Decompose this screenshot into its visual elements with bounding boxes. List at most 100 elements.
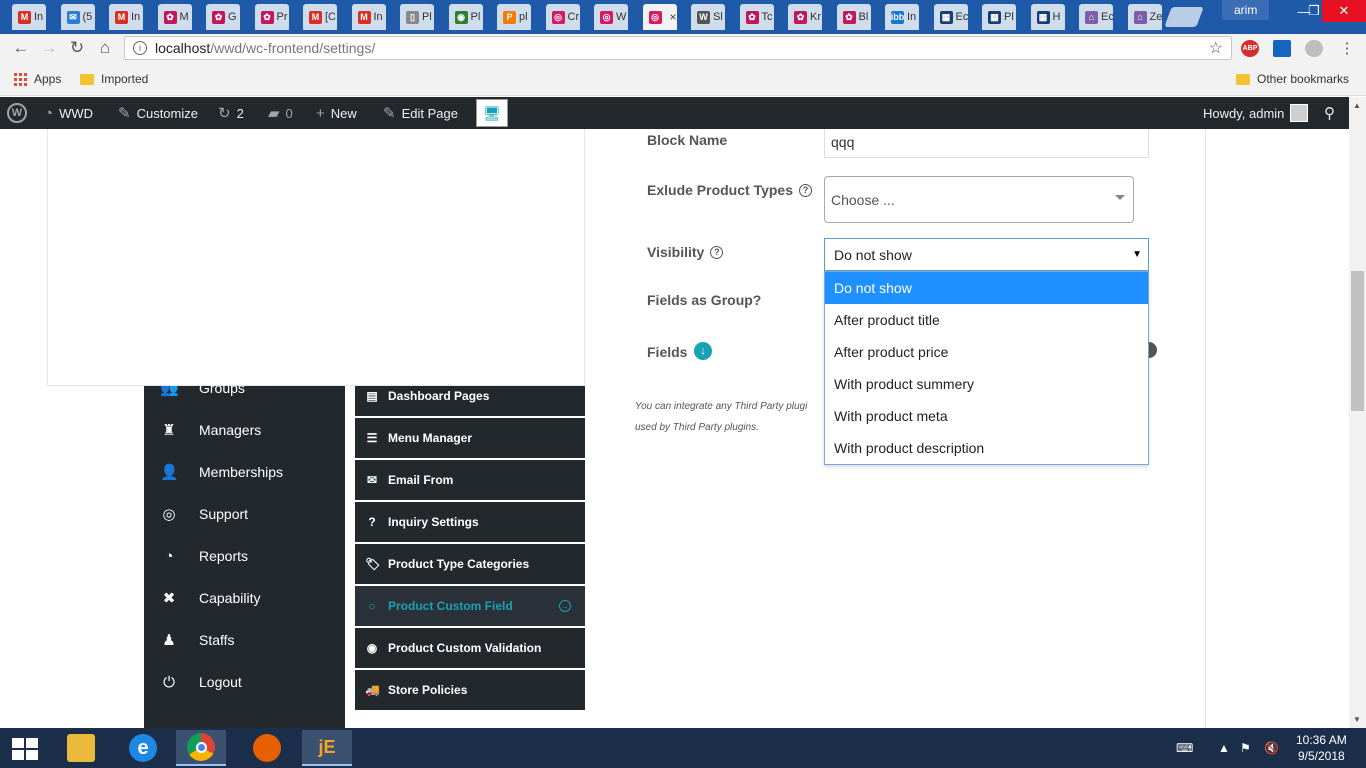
sidebar-item-managers[interactable]: ♜ Managers xyxy=(144,409,345,451)
sidebar-item-staffs[interactable]: ♟ Staffs xyxy=(144,619,345,661)
edit-page-link[interactable]: ✎ Edit Page xyxy=(383,97,458,129)
visibility-option[interactable]: After product title xyxy=(825,304,1148,336)
menu-icon[interactable]: ⋮ xyxy=(1336,38,1358,58)
volume-mute-icon[interactable]: 🔇 xyxy=(1264,728,1279,768)
block-name-input[interactable]: qqq xyxy=(824,129,1149,158)
browser-tab[interactable]: ✿ M xyxy=(157,4,192,30)
my-account-menu[interactable]: Howdy, admin xyxy=(1203,97,1309,129)
browser-tab[interactable]: ◎ Cr xyxy=(545,4,580,30)
cast-icon[interactable] xyxy=(1273,40,1291,57)
close-window-button[interactable]: ✕ xyxy=(1322,0,1366,22)
browser-tab[interactable]: ▦ Ec xyxy=(933,4,968,30)
site-name-menu[interactable]: ◔ WWD xyxy=(44,97,93,129)
taskbar-jedit[interactable]: jE xyxy=(302,730,352,766)
imported-bookmark-folder[interactable]: Imported xyxy=(80,71,148,87)
scrollbar-thumb[interactable] xyxy=(1351,271,1364,411)
help-icon[interactable]: ? xyxy=(799,183,812,197)
sidebar-item-reports[interactable]: ◔ Reports xyxy=(144,535,345,577)
browser-tab[interactable]: ibb In xyxy=(885,4,919,30)
visibility-option[interactable]: With product summery xyxy=(825,368,1148,400)
home-icon[interactable]: ⌂ xyxy=(94,38,116,58)
browser-tab[interactable]: ✿ Pr xyxy=(254,4,289,30)
browser-tab[interactable]: ✿ Bl xyxy=(836,4,871,30)
tab-title: Ze xyxy=(1149,11,1162,23)
tab-title: Cr xyxy=(567,11,580,23)
visibility-option[interactable]: With product description xyxy=(825,432,1148,464)
adblock-icon[interactable]: ABP xyxy=(1241,40,1259,57)
block-name-label: Block Name xyxy=(647,132,727,148)
browser-tab[interactable]: ▯ Pl xyxy=(400,4,434,30)
wp-logo-menu[interactable]: W xyxy=(7,97,27,129)
settings-tab-product-custom-field[interactable]: ○ Product Custom Field → xyxy=(355,586,585,626)
browser-tab[interactable]: ◉ Pl xyxy=(448,4,483,30)
other-bookmarks-folder[interactable]: Other bookmarks xyxy=(1236,71,1349,87)
visibility-option[interactable]: With product meta xyxy=(825,400,1148,432)
info-icon[interactable]: i xyxy=(133,41,147,55)
browser-tab[interactable]: ✉ (5 xyxy=(60,4,95,30)
settings-tab-product-type-categories[interactable]: 🏷 Product Type Categories xyxy=(355,544,585,584)
new-tab-button[interactable] xyxy=(1164,7,1204,27)
url-host: localhost xyxy=(155,40,211,56)
browser-tab[interactable]: M In xyxy=(12,4,46,30)
browser-tab[interactable]: ◎ × xyxy=(642,4,677,30)
forward-icon[interactable]: → xyxy=(38,38,60,58)
back-icon[interactable]: ← xyxy=(10,38,32,58)
reload-icon[interactable]: ↻ xyxy=(66,38,88,58)
exclude-placeholder: Choose ... xyxy=(831,191,895,208)
customize-label: Customize xyxy=(136,105,198,121)
address-bar[interactable]: i localhost/wwd/wc-frontend/settings/ ☆ xyxy=(124,36,1232,60)
show-hidden-icons[interactable]: ▲ xyxy=(1218,728,1230,768)
settings-tab-email-from[interactable]: ✉ Email From xyxy=(355,460,585,500)
frontend-manager-link[interactable]: 🖥 xyxy=(476,97,508,129)
close-tab-icon[interactable]: × xyxy=(670,10,677,24)
comments-link[interactable]: ▰ 0 xyxy=(268,97,293,129)
bookmark-star-icon[interactable]: ☆ xyxy=(1209,38,1223,58)
collapse-fields-icon[interactable]: ↓ xyxy=(694,342,712,360)
browser-tab[interactable]: ▦ H xyxy=(1030,4,1065,30)
taskbar-file-explorer[interactable] xyxy=(56,730,106,766)
settings-tab-product-custom-validation[interactable]: ◉ Product Custom Validation xyxy=(355,628,585,668)
browser-profile-button[interactable]: arim xyxy=(1222,0,1270,20)
browser-tab[interactable]: ◎ W xyxy=(594,4,628,30)
action-center-icon[interactable]: ⚑ xyxy=(1240,728,1251,768)
search-icon[interactable]: ⚲ xyxy=(1324,97,1335,129)
taskbar-firefox[interactable] xyxy=(242,730,292,766)
scroll-down-icon[interactable]: ▼ xyxy=(1353,715,1361,724)
taskbar-chrome[interactable] xyxy=(176,730,226,766)
visibility-select[interactable]: Do not show ▼ xyxy=(824,238,1149,271)
visibility-option[interactable]: Do not show xyxy=(825,272,1148,304)
scroll-up-icon[interactable]: ▲ xyxy=(1353,101,1361,110)
sidebar-item-support[interactable]: ◎ Support xyxy=(144,493,345,535)
settings-tab-inquiry-settings[interactable]: ? Inquiry Settings xyxy=(355,502,585,542)
help-icon[interactable]: ? xyxy=(710,245,724,259)
browser-tab[interactable]: ⌂ Ze xyxy=(1127,4,1162,30)
browser-tab[interactable]: M In xyxy=(351,4,386,30)
browser-tab[interactable]: Ppl xyxy=(497,4,531,30)
exclude-product-types-select[interactable]: Choose ... xyxy=(824,176,1134,223)
sidebar-item-capability[interactable]: ✖ Capability xyxy=(144,577,345,619)
browser-tab[interactable]: ⌂ Ec xyxy=(1079,4,1113,30)
customize-link[interactable]: ✎ Customize xyxy=(118,97,198,129)
windows-start-icon[interactable] xyxy=(12,738,38,760)
extension-icon[interactable] xyxy=(1305,40,1323,57)
sidebar-item-logout[interactable]: ⏻ Logout xyxy=(144,661,345,703)
taskbar-internet-explorer[interactable]: e xyxy=(118,730,168,766)
settings-tab-menu-manager[interactable]: ☰ Menu Manager xyxy=(355,418,585,458)
browser-tab[interactable]: ✿ Kr xyxy=(788,4,822,30)
new-content-menu[interactable]: + New xyxy=(316,97,357,129)
updates-link[interactable]: ↻ 2 xyxy=(218,97,244,129)
keyboard-icon[interactable]: ⌨ xyxy=(1176,728,1193,768)
sidebar-item-memberships[interactable]: 👤 Memberships xyxy=(144,451,345,493)
visibility-option[interactable]: After product price xyxy=(825,336,1148,368)
browser-tab[interactable]: ✿ G xyxy=(206,4,240,30)
browser-tab[interactable]: ▦ Pl xyxy=(982,4,1016,30)
page-scrollbar[interactable]: ▲ ▼ xyxy=(1349,97,1366,728)
support-icon: ◎ xyxy=(162,506,176,523)
browser-tab[interactable]: M In xyxy=(109,4,143,30)
settings-tab-store-policies[interactable]: 🚚 Store Policies xyxy=(355,670,585,710)
apps-bookmark[interactable]: Apps xyxy=(14,71,61,87)
browser-tab[interactable]: M [C xyxy=(303,4,337,30)
clock[interactable]: 10:36 AM 9/5/2018 xyxy=(1296,732,1347,764)
browser-tab[interactable]: ✿ Tc xyxy=(739,4,774,30)
browser-tab[interactable]: W Sl xyxy=(691,4,725,30)
